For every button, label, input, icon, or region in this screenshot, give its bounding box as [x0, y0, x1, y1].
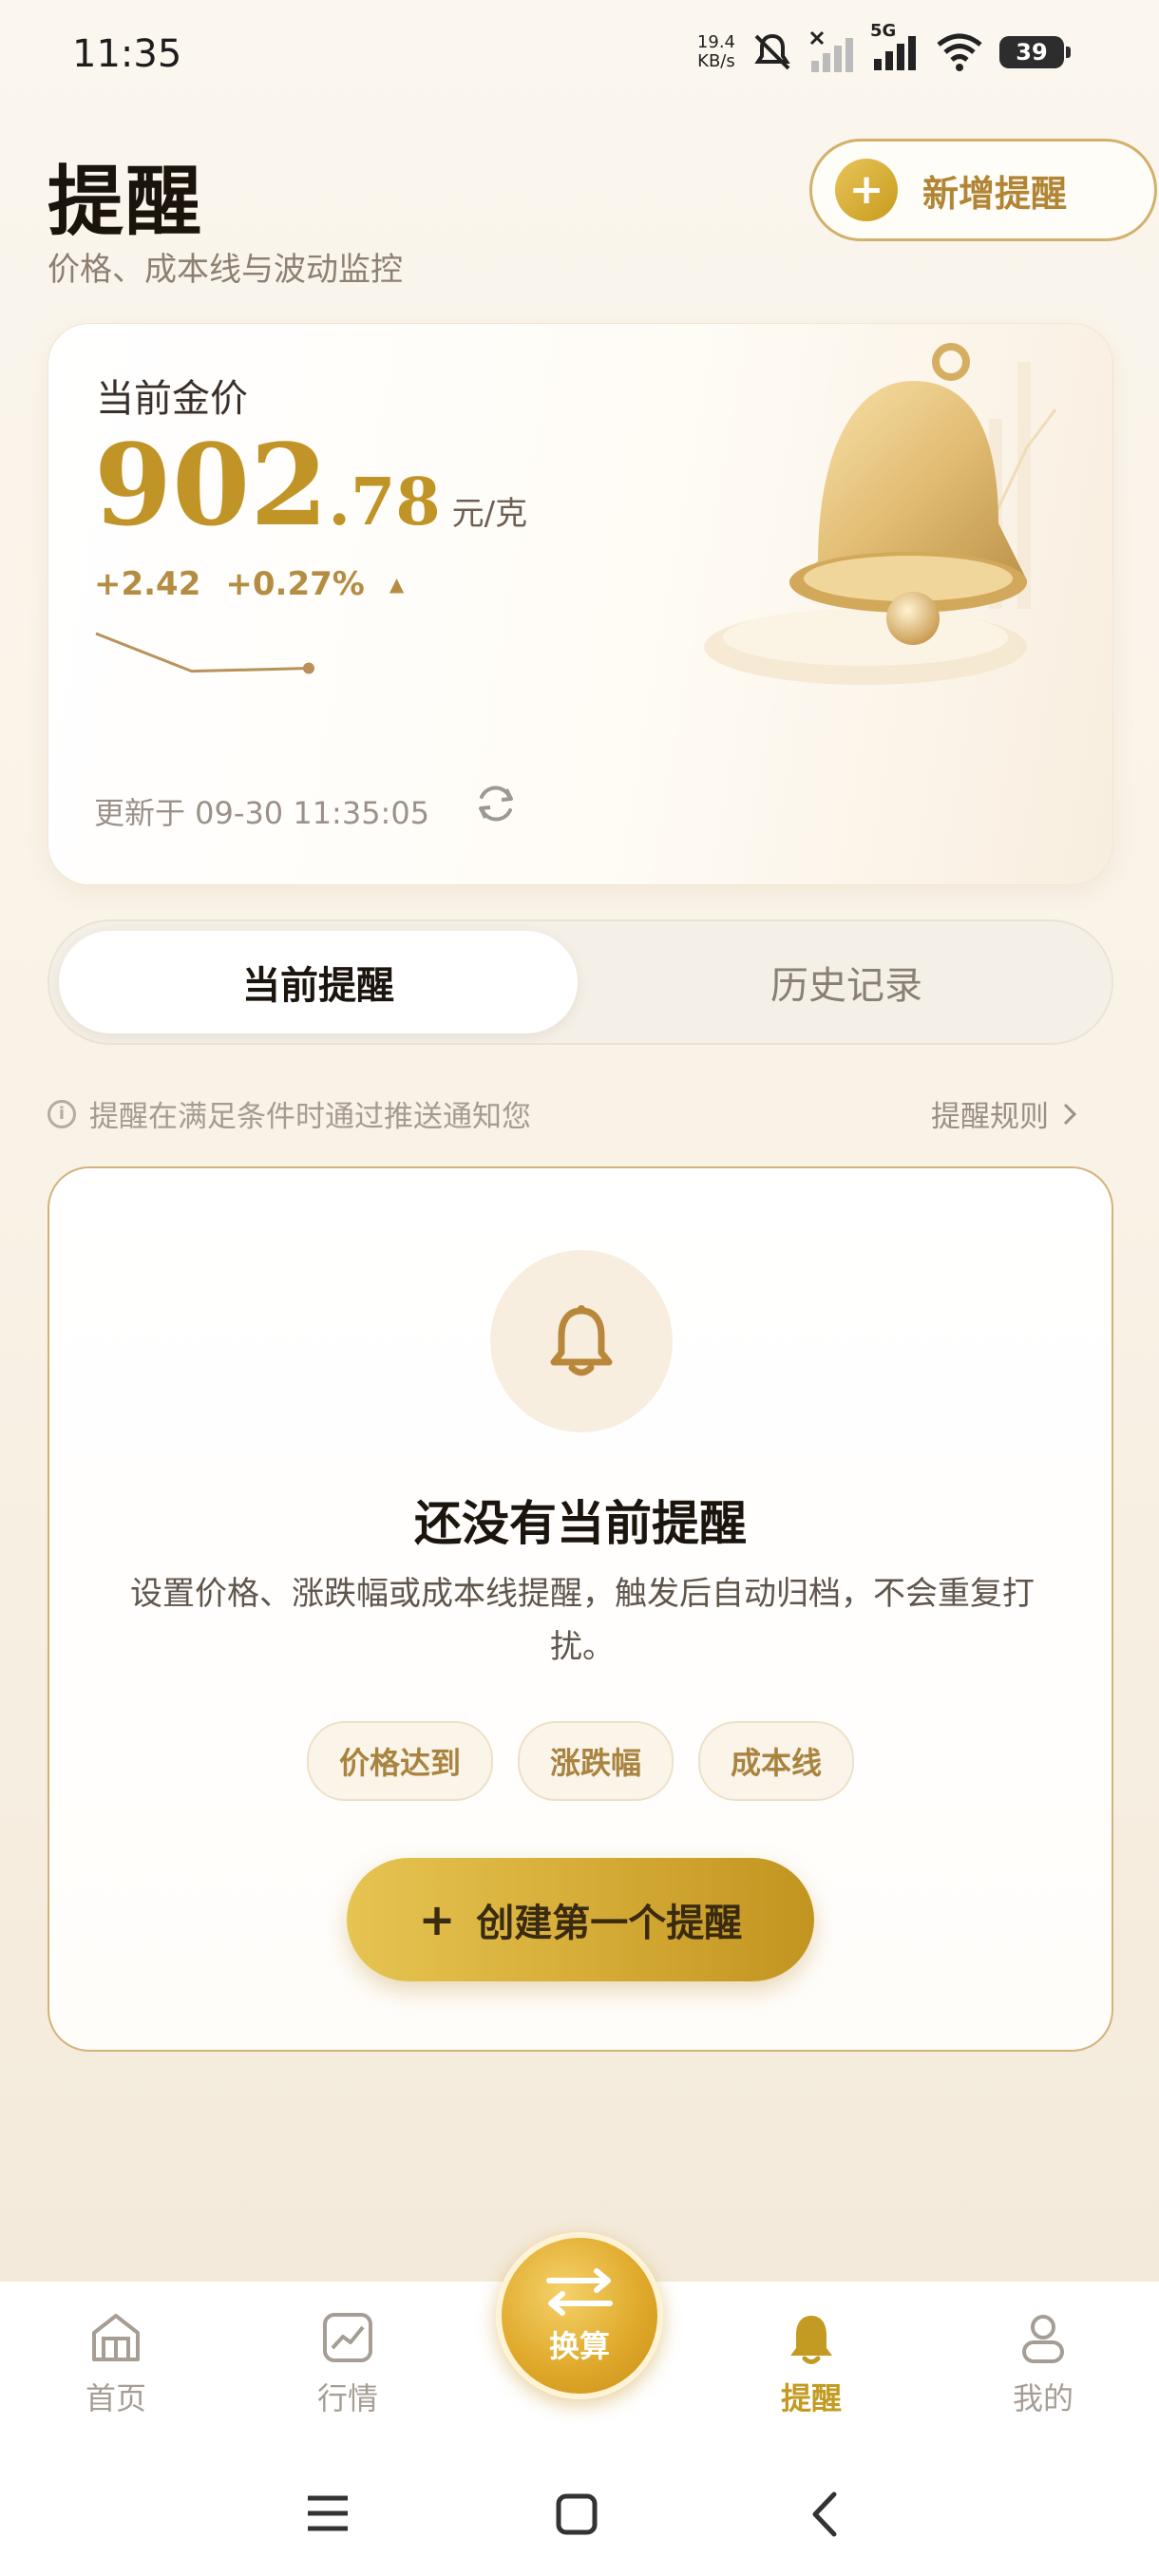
sparkline-line [95, 632, 310, 673]
current-price: 902 .78 元/克 [94, 419, 527, 551]
menu-icon[interactable] [306, 2492, 350, 2534]
net-speed-unit: KB/s [697, 51, 735, 71]
nav-home[interactable]: 首页 [30, 2310, 201, 2418]
info-text: 提醒在满足条件时通过推送通知您 [89, 1100, 531, 1134]
add-alert-label: 新增提醒 [922, 172, 1068, 215]
user-icon [1022, 2315, 1064, 2363]
chip-change-rate[interactable]: 涨跌幅 [517, 1721, 674, 1801]
bell-icon [550, 1305, 613, 1376]
gold-bell-illustration [704, 343, 1057, 685]
price-sparkline [95, 632, 314, 674]
swap-arrows-icon [546, 2268, 613, 2316]
tab-history[interactable]: 历史记录 [587, 931, 1106, 1033]
nav-home-label: 首页 [85, 2380, 146, 2416]
alert-tabs: 当前提醒 历史记录 [48, 919, 1113, 1045]
change-percent: +0.27% [225, 565, 365, 603]
alert-type-chips: 价格达到 涨跌幅 成本线 [49, 1721, 1112, 1801]
gold-price-card: 当前金价 902 .78 元/克 +2.42 +0.27% ▲ 更新于 09-3… [48, 323, 1113, 885]
page-subtitle: 价格、成本线与波动监控 [48, 251, 403, 289]
nav-mine[interactable]: 我的 [958, 2310, 1129, 2418]
mute-icon [754, 33, 790, 70]
plus-icon: + [835, 159, 898, 221]
up-triangle-icon: ▲ [389, 573, 405, 596]
signal-5g: 5G [870, 21, 920, 76]
convert-label: 换算 [548, 2328, 610, 2364]
tab-current-alerts[interactable]: 当前提醒 [59, 931, 578, 1033]
home-square-icon[interactable] [555, 2492, 598, 2536]
price-decimal: .78 [328, 464, 441, 540]
nav-mine-label: 我的 [1012, 2380, 1074, 2416]
nav-market[interactable]: 行情 [262, 2310, 433, 2418]
signal-off-icon [809, 30, 853, 72]
alert-rules-link[interactable]: 提醒规则 [931, 1092, 1077, 1135]
bell-filled-icon [790, 2316, 832, 2364]
plus-icon: + [418, 1894, 456, 1945]
nav-market-label: 行情 [316, 2380, 378, 2416]
rules-label: 提醒规则 [931, 1100, 1049, 1134]
create-first-alert-button[interactable]: + 创建第一个提醒 [347, 1858, 814, 1981]
info-icon: i [48, 1099, 76, 1128]
empty-state-card: 还没有当前提醒 设置价格、涨跌幅或成本线提醒，触发后自动归档，不会重复打扰。 价… [48, 1166, 1113, 2052]
empty-description: 设置价格、涨跌幅或成本线提醒，触发后自动归档，不会重复打扰。 [130, 1575, 1035, 1666]
empty-bell-badge [490, 1250, 673, 1432]
refresh-icon[interactable] [472, 780, 520, 827]
system-nav-bar [0, 2460, 1159, 2576]
change-absolute: +2.42 [94, 565, 201, 603]
chart-icon [323, 2313, 372, 2362]
sparkline-endpoint [303, 662, 314, 674]
status-time: 11:35 [72, 32, 182, 76]
price-label: 当前金价 [96, 377, 248, 421]
net-speed-value: 19.4 [696, 32, 735, 52]
back-icon[interactable] [808, 2491, 840, 2538]
price-integer: 902 [94, 419, 329, 551]
updated-time: 更新于 09-30 11:35:05 [94, 795, 430, 831]
add-alert-button[interactable]: + 新增提醒 [809, 139, 1157, 241]
chevron-right-icon [1063, 1103, 1077, 1125]
convert-button[interactable]: 换算 [496, 2232, 663, 2399]
battery-indicator: 39 [999, 36, 1071, 68]
home-icon [92, 2314, 140, 2361]
info-notice: i 提醒在满足条件时通过推送通知您 [48, 1092, 531, 1135]
page-title: 提醒 [48, 158, 203, 246]
empty-title: 还没有当前提醒 [414, 1496, 747, 1551]
net-speed: 19.4 KB/s [697, 33, 735, 71]
price-change: +2.42 +0.27% ▲ [94, 565, 404, 603]
create-label: 创建第一个提醒 [476, 1902, 743, 1945]
chip-price-target[interactable]: 价格达到 [306, 1721, 493, 1801]
nav-alerts-label: 提醒 [780, 2380, 842, 2416]
nav-alerts[interactable]: 提醒 [726, 2310, 897, 2418]
price-unit: 元/克 [451, 495, 528, 533]
wifi-icon [937, 33, 982, 71]
network-type: 5G [870, 21, 897, 41]
chip-cost-line[interactable]: 成本线 [698, 1721, 855, 1801]
status-icons: 19.4 KB/s 5G 39 [697, 21, 1071, 76]
